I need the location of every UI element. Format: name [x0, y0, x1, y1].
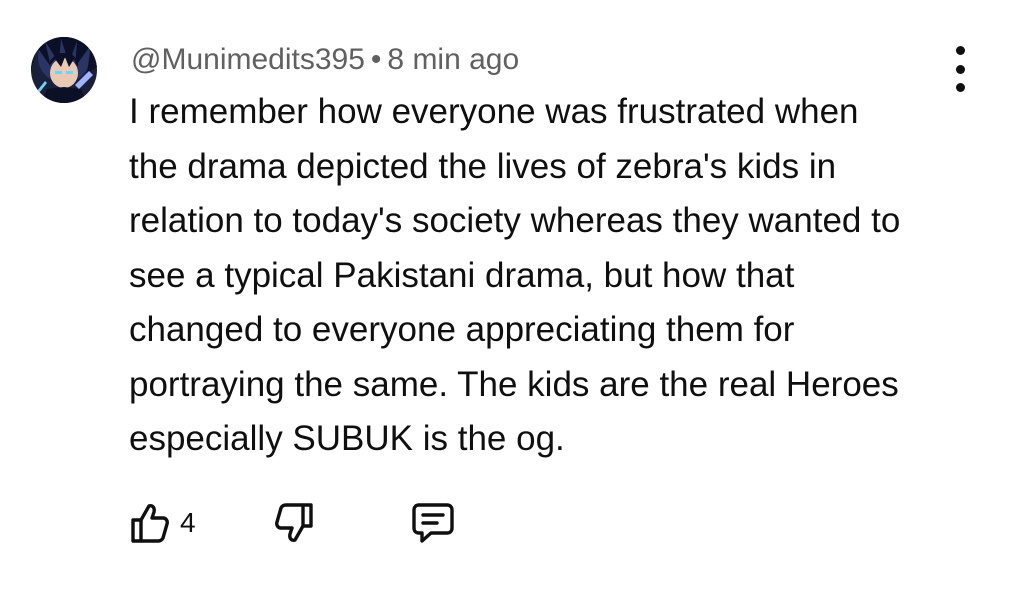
thumbs-down-icon [275, 503, 313, 542]
avatar-image [31, 37, 97, 103]
comment-line: see a typical Pakistani drama, but how t… [129, 255, 795, 295]
comment-line: especially SUBUK is the og. [129, 419, 565, 458]
timestamp: 8 min ago [387, 43, 520, 76]
more-vertical-icon [955, 46, 965, 55]
comment-header: @Munimedits395 • 8 min ago [131, 40, 519, 80]
comment-actions: 4 [130, 500, 490, 546]
comment-line: the drama depicted the lives of zebra's … [129, 146, 837, 186]
comment-body: I remember how everyone was frustrated w… [129, 85, 959, 467]
comment-line: portraying the same. The kids are the re… [129, 364, 899, 404]
more-vertical-icon-dot [955, 64, 965, 74]
avatar[interactable] [31, 37, 97, 103]
comment-line: changed to everyone appreciating them fo… [129, 310, 795, 349]
comment-reply-icon [412, 503, 454, 543]
thumbs-up-icon [131, 504, 169, 543]
comment-line: relation to today's society whereas they… [129, 201, 901, 240]
like-count: 4 [180, 507, 196, 538]
separator-dot: • [370, 43, 382, 76]
reply-button[interactable] [411, 500, 455, 546]
like-button[interactable]: 4 [130, 500, 196, 546]
author-name[interactable]: @Munimedits395 [131, 43, 365, 76]
dislike-button[interactable] [274, 500, 314, 546]
comment-line: I remember how everyone was frustrated w… [129, 92, 859, 131]
